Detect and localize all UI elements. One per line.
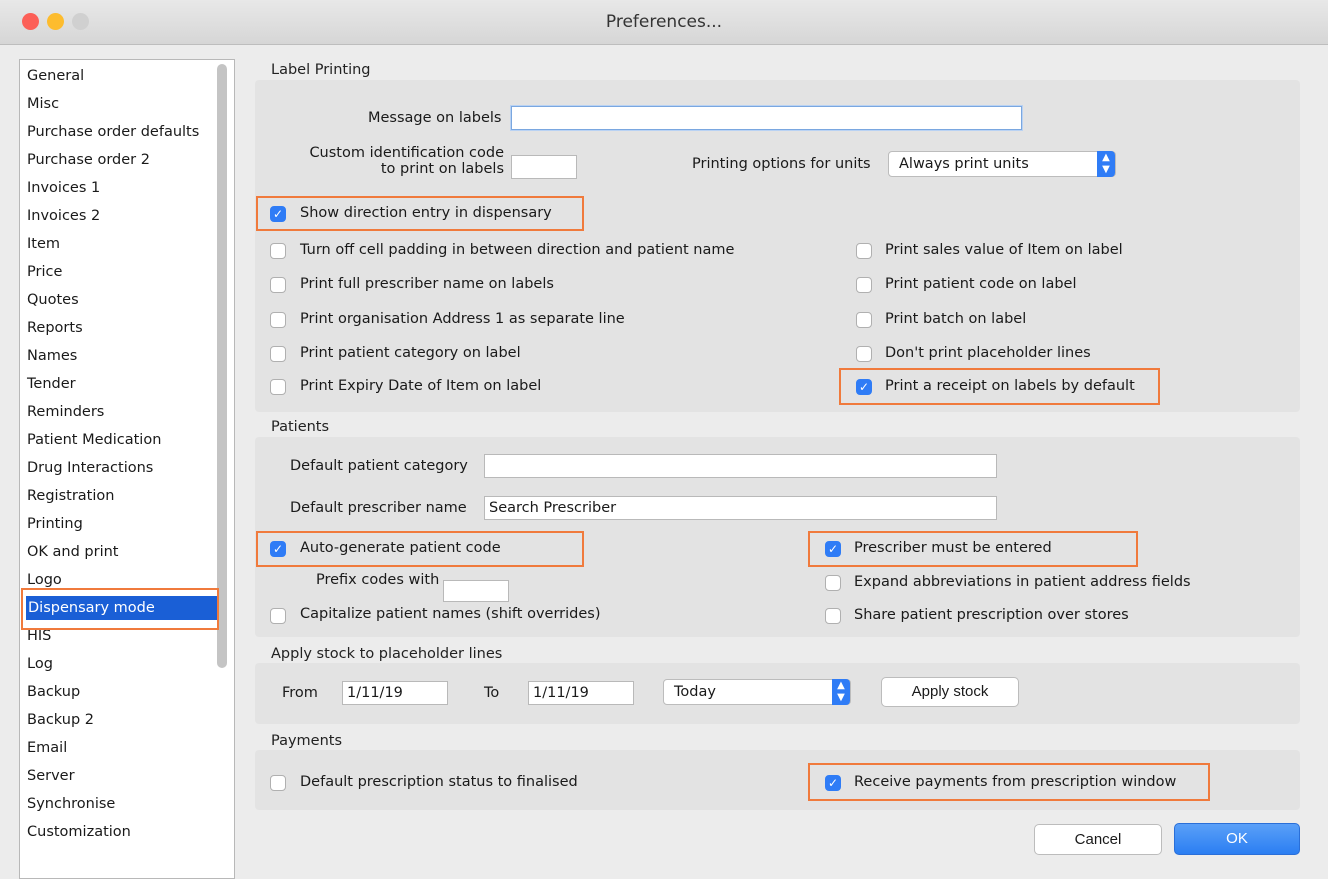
expand-abbrev-label: Expand abbreviations in patient address … [854, 574, 1191, 590]
org-address-label: Print organisation Address 1 as separate… [300, 311, 625, 327]
prescriber-required-label: Prescriber must be entered [854, 540, 1052, 556]
apply-stock-title: Apply stock to placeholder lines [271, 646, 503, 662]
capitalize-checkbox[interactable] [270, 608, 286, 624]
receive-payments-checkbox[interactable]: ✓ [825, 775, 841, 791]
apply-stock-button[interactable]: Apply stock [881, 677, 1019, 707]
title-bar: Preferences... [0, 0, 1328, 45]
default-category-label: Default patient category [290, 458, 468, 474]
prefix-codes-label: Prefix codes with [316, 572, 440, 588]
message-on-labels-input[interactable] [511, 106, 1022, 130]
custom-code-input[interactable] [511, 155, 577, 179]
sidebar-item-quotes[interactable]: Quotes [27, 292, 79, 308]
auto-generate-label: Auto-generate patient code [300, 540, 501, 556]
print-receipt-label: Print a receipt on labels by default [885, 378, 1135, 394]
sidebar-item-price[interactable]: Price [27, 264, 62, 280]
sidebar-item-invoices-2[interactable]: Invoices 2 [27, 208, 100, 224]
sidebar-item-logo[interactable]: Logo [27, 572, 62, 588]
patient-code-checkbox[interactable] [856, 277, 872, 293]
payments-title: Payments [271, 733, 343, 749]
ok-button[interactable]: OK [1174, 823, 1300, 855]
sidebar-scrollbar[interactable] [217, 64, 227, 668]
cancel-button[interactable]: Cancel [1034, 824, 1162, 855]
sidebar-item-synchronise[interactable]: Synchronise [27, 796, 115, 812]
window-title: Preferences... [605, 12, 723, 32]
prescriber-required-checkbox[interactable]: ✓ [825, 541, 841, 557]
default-prescriber-input[interactable]: Search Prescriber [484, 496, 997, 520]
full-prescriber-checkbox[interactable] [270, 277, 286, 293]
print-batch-checkbox[interactable] [856, 312, 872, 328]
sidebar-item-patient-medication[interactable]: Patient Medication [27, 432, 161, 448]
sidebar-item-tender[interactable]: Tender [27, 376, 76, 392]
placeholder-lines-label: Don't print placeholder lines [885, 345, 1091, 361]
default-finalised-checkbox[interactable] [270, 775, 286, 791]
patients-title: Patients [271, 419, 330, 435]
auto-generate-checkbox[interactable]: ✓ [270, 541, 286, 557]
show-direction-checkbox[interactable]: ✓ [270, 206, 286, 222]
stepper-arrows-icon: ▲ ▼ [1097, 151, 1115, 177]
expiry-date-label: Print Expiry Date of Item on label [300, 378, 542, 394]
sidebar-item-purchase-order-2[interactable]: Purchase order 2 [27, 152, 150, 168]
sidebar-item-item[interactable]: Item [27, 236, 60, 252]
sidebar-item-server[interactable]: Server [27, 768, 75, 784]
print-receipt-checkbox[interactable]: ✓ [856, 379, 872, 395]
sidebar-item-printing[interactable]: Printing [27, 516, 83, 532]
sidebar-item-log[interactable]: Log [27, 656, 53, 672]
message-on-labels-label: Message on labels [368, 110, 502, 126]
capitalize-label: Capitalize patient names (shift override… [300, 606, 601, 622]
full-prescriber-label: Print full prescriber name on labels [300, 276, 554, 292]
to-date-input[interactable]: 1/11/19 [528, 681, 634, 705]
printing-units-label: Printing options for units [692, 156, 871, 172]
org-address-checkbox[interactable] [270, 312, 286, 328]
default-prescriber-label: Default prescriber name [290, 500, 467, 516]
sidebar-item-purchase-order-defaults[interactable]: Purchase order defaults [27, 124, 199, 140]
sidebar-item-drug-interactions[interactable]: Drug Interactions [27, 460, 153, 476]
sidebar-item-backup[interactable]: Backup [27, 684, 80, 700]
from-date-input[interactable]: 1/11/19 [342, 681, 448, 705]
patient-category-checkbox[interactable] [270, 346, 286, 362]
share-prescription-checkbox[interactable] [825, 608, 841, 624]
receive-payments-label: Receive payments from prescription windo… [854, 774, 1177, 790]
print-batch-label: Print batch on label [885, 311, 1027, 327]
patient-category-label: Print patient category on label [300, 345, 521, 361]
sidebar-item-general[interactable]: General [27, 68, 84, 84]
prefix-codes-input[interactable] [443, 580, 509, 602]
sales-value-label: Print sales value of Item on label [885, 242, 1123, 258]
sidebar-item-email[interactable]: Email [27, 740, 67, 756]
sales-value-checkbox[interactable] [856, 243, 872, 259]
expand-abbrev-checkbox[interactable] [825, 575, 841, 591]
placeholder-lines-checkbox[interactable] [856, 346, 872, 362]
highlight-box [21, 588, 219, 630]
label-printing-title: Label Printing [271, 62, 371, 78]
default-finalised-label: Default prescription status to finalised [300, 774, 578, 790]
from-label: From [282, 685, 318, 701]
default-category-input[interactable] [484, 454, 997, 478]
sidebar-item-his[interactable]: HIS [27, 628, 51, 644]
sidebar-item-registration[interactable]: Registration [27, 488, 114, 504]
preferences-sidebar: General Misc Purchase order defaults Purcha… [19, 59, 235, 879]
expiry-date-checkbox[interactable] [270, 379, 286, 395]
sidebar-item-customization[interactable]: Customization [27, 824, 131, 840]
sidebar-item-invoices-1[interactable]: Invoices 1 [27, 180, 100, 196]
custom-code-label: Custom identification code to print on l… [309, 145, 504, 177]
sidebar-item-reports[interactable]: Reports [27, 320, 83, 336]
sidebar-item-ok-and-print[interactable]: OK and print [27, 544, 119, 560]
sidebar-item-misc[interactable]: Misc [27, 96, 59, 112]
show-direction-label: Show direction entry in dispensary [300, 205, 552, 221]
cell-padding-label: Turn off cell padding in between directi… [300, 242, 735, 258]
share-prescription-label: Share patient prescription over stores [854, 607, 1129, 623]
patient-code-label: Print patient code on label [885, 276, 1077, 292]
stepper-arrows-icon: ▲ ▼ [832, 679, 850, 705]
printing-units-select[interactable]: Always print units ▲ ▼ [888, 151, 1116, 177]
date-range-select[interactable]: Today ▲ ▼ [663, 679, 851, 705]
cell-padding-checkbox[interactable] [270, 243, 286, 259]
sidebar-item-backup-2[interactable]: Backup 2 [27, 712, 94, 728]
sidebar-item-names[interactable]: Names [27, 348, 77, 364]
sidebar-item-reminders[interactable]: Reminders [27, 404, 104, 420]
to-label: To [484, 685, 500, 701]
